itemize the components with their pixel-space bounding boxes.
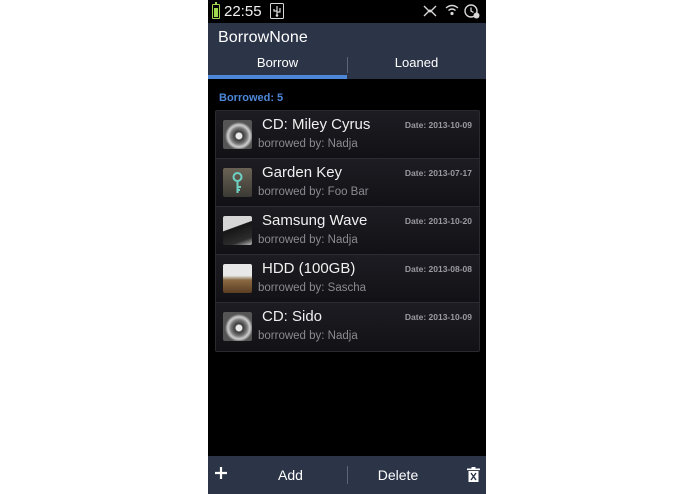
borrowed-count: Borrowed: 5 (219, 92, 284, 104)
battery-icon (212, 2, 220, 19)
key-icon (223, 168, 252, 197)
item-borrower: borrowed by: Foo Bar (258, 186, 369, 198)
list-item[interactable]: Samsung Wave borrowed by: Nadja Date: 20… (216, 207, 479, 255)
item-date: Date: 2013-10-20 (404, 216, 472, 226)
list-item[interactable]: Garden Key borrowed by: Foo Bar Date: 20… (216, 159, 479, 207)
item-date: Date: 2013-10-09 (404, 120, 472, 130)
trash-icon[interactable] (467, 467, 480, 482)
bottom-action-bar: Add Delete (208, 456, 486, 494)
hdd-icon (223, 264, 252, 293)
item-date: Date: 2013-07-17 (404, 168, 472, 178)
item-date: Date: 2013-10-09 (404, 312, 472, 322)
wifi-icon (445, 4, 459, 16)
list-item[interactable]: HDD (100GB) borrowed by: Sascha Date: 20… (216, 255, 479, 303)
alarm-icon (464, 4, 480, 19)
selected-tab-indicator (208, 75, 347, 79)
phone-screen: 22:55 BorrowNone Borrow Loaned Borrowed:… (208, 0, 486, 494)
plus-icon[interactable] (213, 465, 229, 481)
item-borrower: borrowed by: Nadja (258, 330, 358, 342)
list-item[interactable]: CD: Miley Cyrus borrowed by: Nadja Date:… (216, 111, 479, 159)
nfc-icon (423, 5, 437, 17)
item-title: Garden Key (262, 164, 343, 181)
item-borrower: borrowed by: Sascha (258, 282, 367, 294)
cd-icon (223, 120, 252, 149)
borrowed-list: CD: Miley Cyrus borrowed by: Nadja Date:… (215, 110, 480, 352)
delete-button[interactable]: Delete (348, 456, 448, 494)
usb-icon (270, 3, 284, 19)
phone-icon (223, 216, 252, 245)
app-title: BorrowNone (218, 29, 308, 46)
item-borrower: borrowed by: Nadja (258, 138, 358, 150)
action-bar: BorrowNone Borrow Loaned (208, 23, 486, 79)
item-borrower: borrowed by: Nadja (258, 234, 358, 246)
item-title: HDD (100GB) (262, 260, 356, 277)
status-bar: 22:55 (208, 0, 486, 23)
cd-icon (223, 312, 252, 341)
item-title: CD: Sido (262, 308, 323, 325)
item-date: Date: 2013-08-08 (404, 264, 472, 274)
tab-loaned[interactable]: Loaned (347, 55, 486, 79)
item-title: Samsung Wave (262, 212, 368, 229)
status-time: 22:55 (224, 3, 262, 20)
add-button[interactable]: Add (233, 456, 348, 494)
item-title: CD: Miley Cyrus (262, 116, 371, 133)
list-item[interactable]: CD: Sido borrowed by: Nadja Date: 2013-1… (216, 303, 479, 351)
